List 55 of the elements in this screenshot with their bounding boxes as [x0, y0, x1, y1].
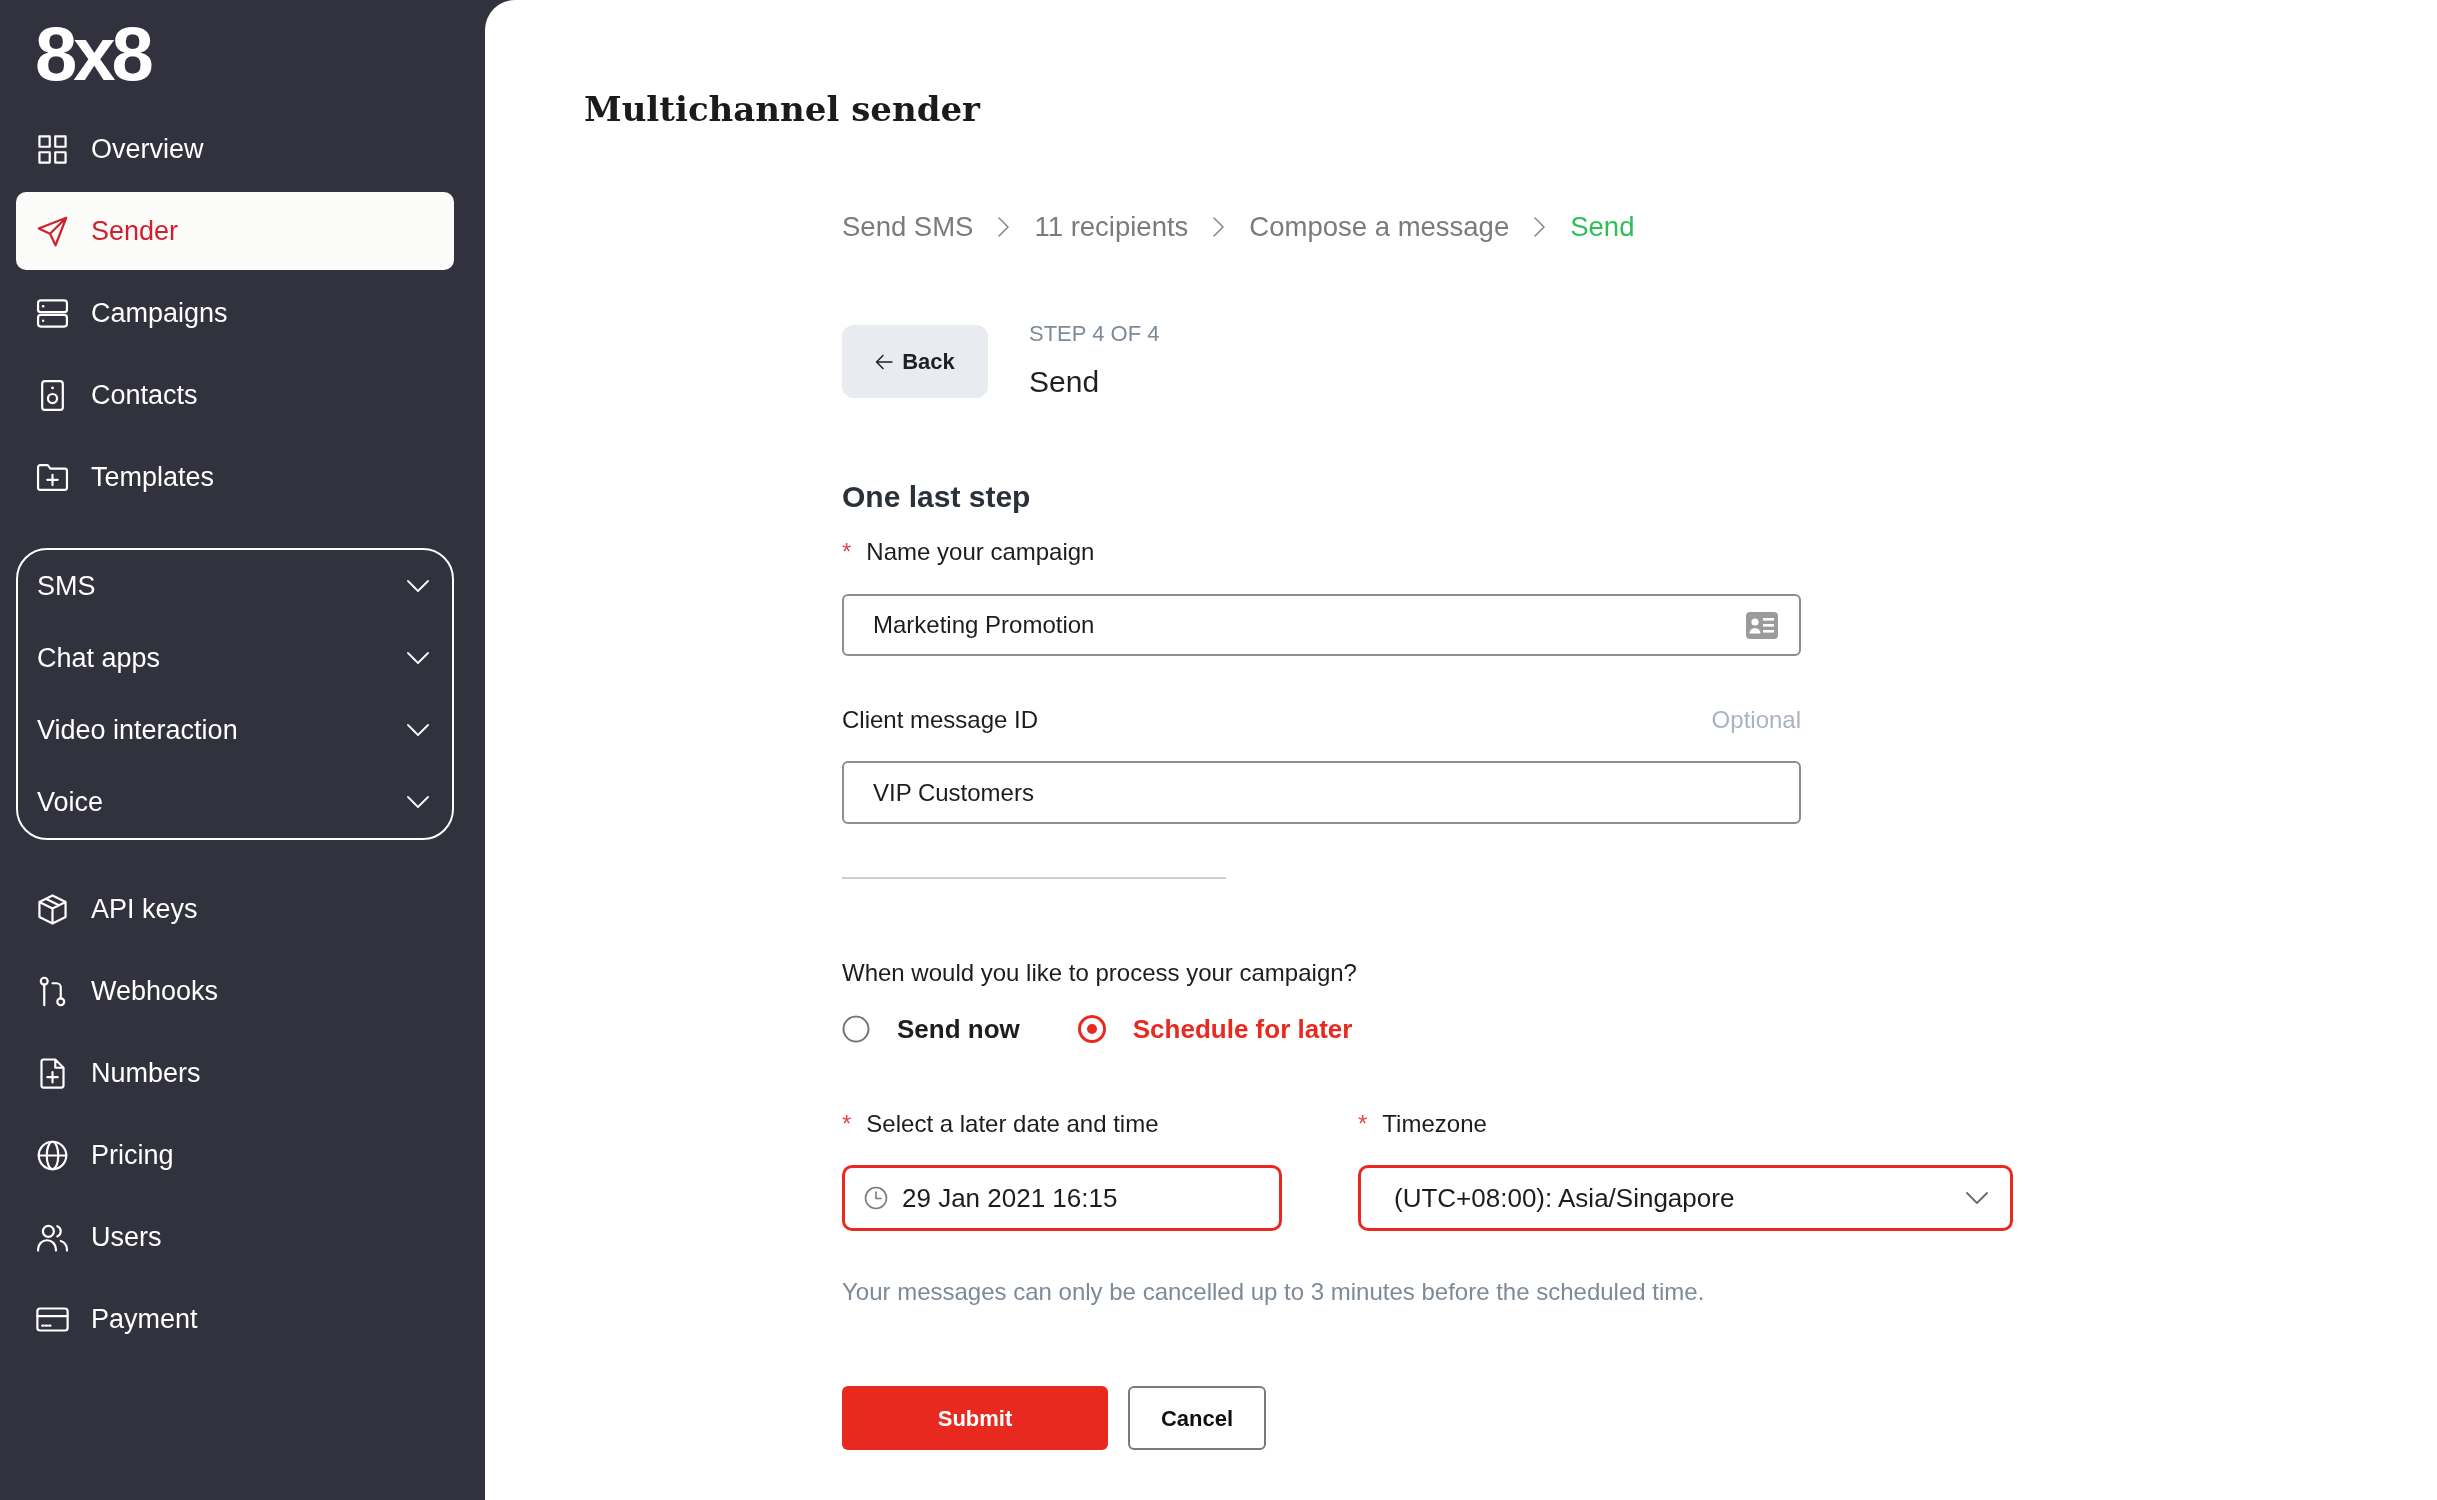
- chevron-right-icon: [1534, 217, 1546, 237]
- sidebar-group-toggle[interactable]: Voice: [18, 766, 452, 838]
- clock-icon: [864, 1186, 888, 1210]
- logo[interactable]: 8x8: [35, 15, 150, 93]
- globe-icon: [36, 1138, 69, 1172]
- sidebar-item[interactable]: Pricing: [16, 1116, 454, 1194]
- question-text: When would you like to process your campaign?: [842, 958, 1357, 988]
- chevron-right-icon: [1213, 217, 1225, 237]
- radio-option[interactable]: Send now: [842, 1009, 1020, 1049]
- sidebar-item[interactable]: Templates: [16, 438, 454, 516]
- breadcrumb-link[interactable]: 11 recipients: [1034, 206, 1189, 248]
- radio-option[interactable]: Schedule for later: [1077, 1009, 1353, 1049]
- id-card-icon: [1746, 611, 1778, 639]
- sidebar-item[interactable]: Webhooks: [16, 952, 454, 1030]
- field-label: Client message ID: [842, 705, 1039, 735]
- breadcrumb-current: Send: [1570, 210, 1635, 245]
- server-icon: [36, 296, 69, 330]
- sidebar-item[interactable]: Payment: [16, 1280, 454, 1358]
- sidebar-group-toggle[interactable]: Video interaction: [18, 694, 452, 766]
- sidebar-group-toggle[interactable]: Chat apps: [18, 622, 452, 694]
- sidebar-item[interactable]: Numbers: [16, 1034, 454, 1112]
- timezone-select[interactable]: (UTC+08:00): Asia/Singapore: [1358, 1165, 2013, 1231]
- required-mark: *: [842, 537, 852, 567]
- required-mark: *: [842, 1109, 852, 1139]
- section-title: One last step: [842, 479, 1031, 515]
- submit-button[interactable]: Submit: [842, 1386, 1108, 1450]
- chevron-right-icon: [998, 217, 1010, 237]
- field-label: Name your campaign: [866, 537, 1095, 567]
- breadcrumb-link[interactable]: Send SMS: [842, 206, 974, 248]
- date-time-field[interactable]: 29 Jan 2021 16:15: [842, 1165, 1282, 1231]
- text-field[interactable]: Marketing Promotion: [842, 594, 1801, 656]
- step-title: Send: [1029, 364, 1100, 400]
- cube-icon: [36, 892, 69, 926]
- sidebar-item[interactable]: Overview: [16, 110, 454, 188]
- sidebar-item[interactable]: Campaigns: [16, 274, 454, 352]
- step-counter: STEP 4 OF 4: [1029, 320, 1160, 348]
- arrow-left-icon: [875, 353, 894, 370]
- chevron-down-icon: [1966, 1192, 1988, 1204]
- page-title: Multichannel sender: [584, 88, 980, 131]
- sidebar-group-toggle[interactable]: SMS: [18, 550, 452, 622]
- grid-icon: [36, 132, 69, 166]
- sidebar-item[interactable]: API keys: [16, 870, 454, 948]
- helper-text: Your messages can only be cancelled up to 3 minutes before the scheduled time.: [842, 1277, 1705, 1307]
- sidebar-item[interactable]: Users: [16, 1198, 454, 1276]
- required-mark: *: [1358, 1109, 1368, 1139]
- sidebar-item[interactable]: Sender: [16, 192, 454, 270]
- sidebar-item[interactable]: Contacts: [16, 356, 454, 434]
- optional-label: Optional: [1711, 705, 1801, 735]
- breadcrumb-link[interactable]: Compose a message: [1249, 206, 1510, 248]
- field-label: Timezone: [1382, 1109, 1487, 1139]
- paper-plane-icon: [36, 214, 69, 248]
- text-field[interactable]: VIP Customers: [842, 761, 1801, 824]
- back-button[interactable]: Back: [842, 325, 988, 398]
- field-label: Select a later date and time: [866, 1109, 1159, 1139]
- cancel-button[interactable]: Cancel: [1128, 1386, 1266, 1450]
